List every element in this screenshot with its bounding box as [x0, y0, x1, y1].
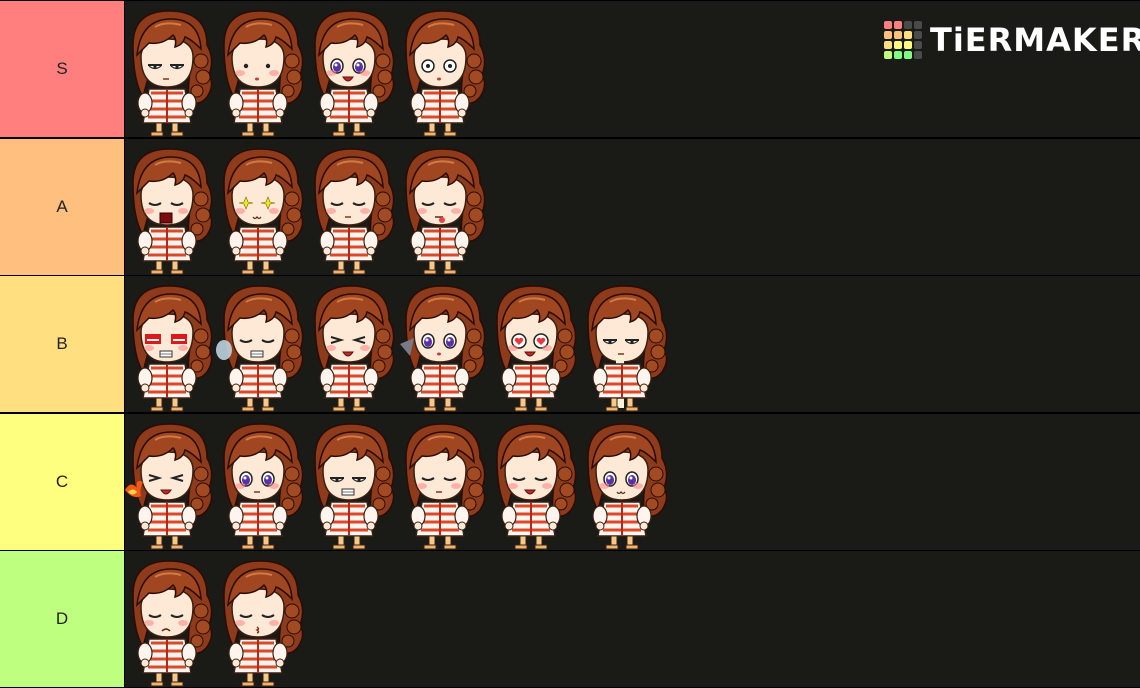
character-annoyed-icon[interactable]	[125, 5, 216, 137]
tier-row-a: A	[0, 138, 1140, 275]
tier-items-d[interactable]	[125, 551, 1140, 688]
character-fire-icon[interactable]	[125, 418, 216, 550]
character-sigh-icon[interactable]	[216, 280, 307, 412]
character-blush-icon[interactable]	[216, 5, 307, 137]
character-surprised-icon[interactable]	[398, 5, 489, 137]
character-kiss-icon[interactable]	[216, 555, 307, 687]
character-angry-red-icon[interactable]	[125, 280, 216, 412]
tier-label-b[interactable]: B	[0, 276, 124, 413]
tier-row-d: D	[0, 551, 1140, 688]
tier-label-a[interactable]: A	[0, 138, 124, 275]
logo-text: TiERMAKER	[930, 21, 1140, 59]
tier-label-s[interactable]: S	[0, 1, 124, 137]
character-drool-icon[interactable]	[580, 280, 671, 412]
character-wink-icon[interactable]	[580, 418, 671, 550]
tier-label-c[interactable]: C	[0, 413, 124, 550]
character-smug-icon[interactable]	[307, 418, 398, 550]
character-content-icon[interactable]	[398, 418, 489, 550]
character-crying-yell-icon[interactable]	[125, 143, 216, 275]
character-dizzy-icon[interactable]	[398, 280, 489, 412]
character-sleepy-icon[interactable]	[307, 143, 398, 275]
character-grin-icon[interactable]	[489, 418, 580, 550]
character-laugh-icon[interactable]	[307, 280, 398, 412]
character-star-eyes-icon[interactable]	[216, 143, 307, 275]
character-wink-purple-icon[interactable]	[216, 418, 307, 550]
character-sad-icon[interactable]	[125, 555, 216, 687]
tier-row-c: C	[0, 413, 1140, 550]
tiermaker-logo: TiERMAKER	[884, 18, 1140, 62]
character-sparkle-purple-icon[interactable]	[307, 5, 398, 137]
tier-items-a[interactable]	[125, 138, 1140, 275]
tier-items-c[interactable]	[125, 413, 1140, 550]
tier-items-b[interactable]	[125, 276, 1140, 413]
tier-row-b: B	[0, 276, 1140, 413]
tier-list-board: S A B C D TiERMAKER	[0, 0, 1140, 688]
character-heart-eyes-icon[interactable]	[489, 280, 580, 412]
tier-label-d[interactable]: D	[0, 551, 124, 688]
logo-grid-icon	[884, 21, 922, 59]
character-tongue-icon[interactable]	[398, 143, 489, 275]
